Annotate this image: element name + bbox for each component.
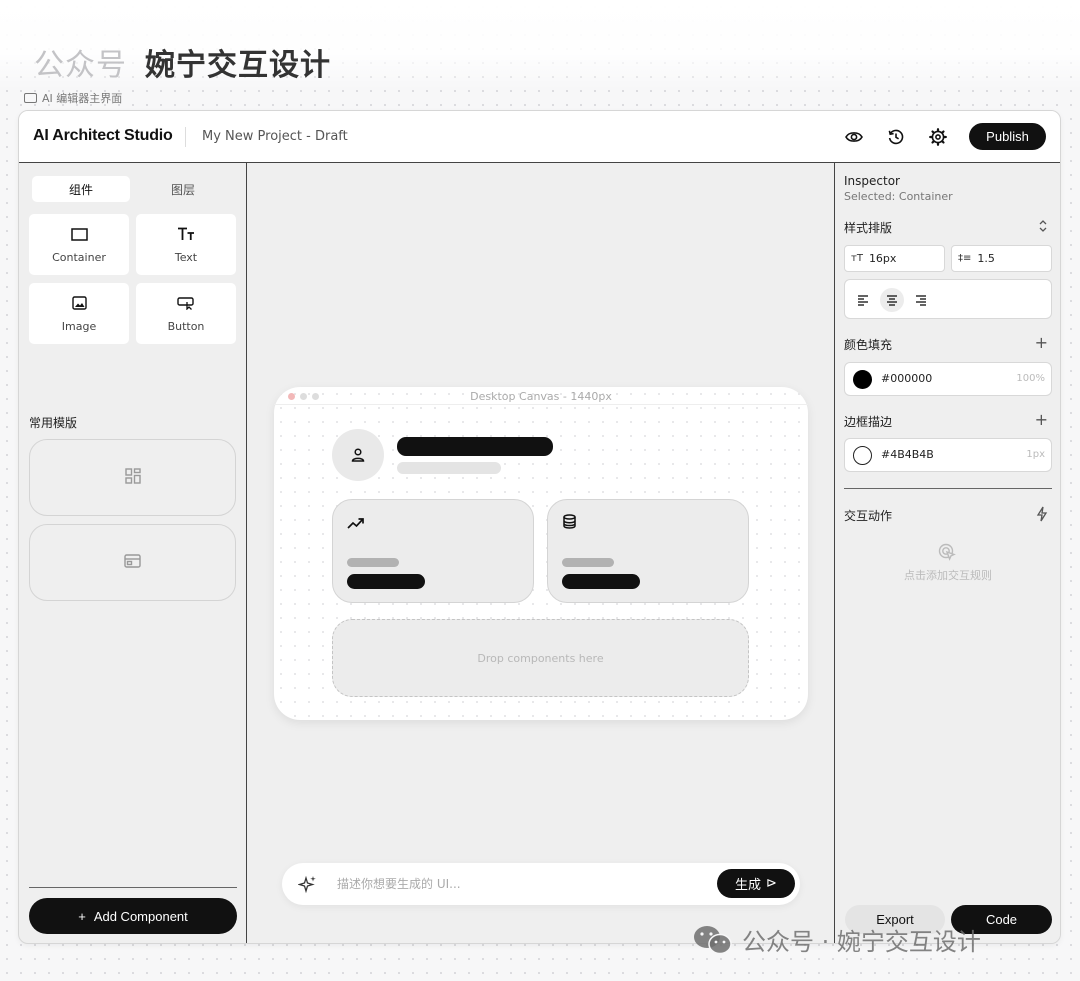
- desktop-canvas-frame[interactable]: Desktop Canvas - 1440px Drop components …: [274, 387, 808, 720]
- border-swatch[interactable]: [853, 446, 872, 465]
- border-width: 1px: [1026, 449, 1045, 460]
- selection-info: Selected: Container: [844, 190, 953, 203]
- font-size-icon: тT: [851, 253, 863, 264]
- ai-prompt-bar: 生成 ⊳: [282, 863, 800, 905]
- component-label: Button: [167, 320, 205, 333]
- top-bar: AI Architect Studio My New Project - Dra…: [19, 111, 1060, 163]
- watermark-text: 公众号 · 婉宁交互设计: [742, 928, 981, 956]
- border-color-field[interactable]: #4B4B4B 1px: [844, 438, 1052, 472]
- canvas-title: Desktop Canvas - 1440px: [470, 390, 612, 403]
- sparkle-icon: [297, 874, 318, 898]
- generate-label: 生成: [735, 878, 762, 893]
- window-template-icon: [124, 553, 141, 572]
- component-button[interactable]: Button: [136, 283, 236, 344]
- line-height-value: 1.5: [977, 252, 995, 265]
- canvas-area[interactable]: Desktop Canvas - 1440px Drop components …: [248, 163, 834, 943]
- stat-card[interactable]: [332, 499, 534, 603]
- generate-button[interactable]: 生成 ⊳: [717, 869, 795, 898]
- template-card[interactable]: [29, 524, 236, 601]
- inspector-panel: Inspector Selected: Container 样式排版 тT 16…: [834, 163, 1060, 943]
- fill-swatch[interactable]: [853, 370, 872, 389]
- templates-heading: 常用模版: [29, 416, 78, 430]
- lightning-icon[interactable]: [1036, 506, 1048, 525]
- container-icon: [70, 225, 88, 243]
- font-size-field[interactable]: тT 16px: [844, 245, 945, 272]
- add-component-label: Add Component: [93, 908, 188, 924]
- wechat-icon: [694, 925, 732, 954]
- subtitle-placeholder[interactable]: [397, 462, 501, 474]
- divider: [844, 488, 1052, 489]
- interaction-empty-hint[interactable]: 点击添加交互规则: [835, 567, 1060, 583]
- app-window: AI Architect Studio My New Project - Dra…: [18, 110, 1061, 944]
- project-name[interactable]: My New Project - Draft: [202, 129, 348, 144]
- divider: [29, 887, 237, 888]
- fill-color-field[interactable]: #000000 100%: [844, 362, 1052, 396]
- inspector-title: Inspector: [844, 174, 900, 188]
- drop-zone-label: Drop components here: [477, 651, 604, 665]
- title-placeholder[interactable]: [397, 437, 553, 456]
- value-placeholder: [562, 574, 640, 589]
- border-heading: 边框描边: [844, 415, 893, 429]
- component-panel: 组件 图层 Container Text Image Button 常用模版 +: [19, 163, 247, 943]
- add-fill-icon[interactable]: +: [1035, 335, 1048, 351]
- database-icon: [562, 514, 577, 533]
- font-size-value: 16px: [868, 252, 897, 265]
- click-target-icon[interactable]: [938, 543, 956, 565]
- line-height-field[interactable]: ‡≡ 1.5: [951, 245, 1052, 272]
- stat-card[interactable]: [547, 499, 749, 603]
- tab-components[interactable]: 组件: [32, 176, 130, 202]
- add-border-icon[interactable]: +: [1035, 412, 1048, 428]
- watermark: 公众号 · 婉宁交互设计: [692, 922, 981, 957]
- image-icon: [71, 294, 87, 312]
- prompt-input[interactable]: [337, 874, 707, 894]
- line-height-icon: ‡≡: [958, 253, 972, 264]
- avatar[interactable]: [332, 429, 384, 481]
- figure-caption: AI 编辑器主界面: [24, 90, 122, 106]
- typography-heading: 样式排版: [844, 221, 893, 235]
- eye-icon[interactable]: [843, 126, 865, 148]
- fill-heading: 颜色填充: [844, 338, 893, 352]
- play-icon: ⊳: [766, 876, 777, 891]
- label-placeholder: [347, 558, 399, 567]
- border-hex: #4B4B4B: [881, 448, 934, 461]
- align-left-icon[interactable]: [851, 288, 875, 312]
- dashboard-template-icon: [124, 467, 141, 488]
- brand-name: 婉宁交互设计: [145, 48, 331, 83]
- value-placeholder: [347, 574, 425, 589]
- template-card[interactable]: [29, 439, 236, 516]
- interaction-heading: 交互动作: [844, 509, 893, 523]
- text-align-group: [844, 279, 1052, 319]
- screen-icon: [24, 93, 37, 103]
- component-image[interactable]: Image: [29, 283, 129, 344]
- fill-opacity: 100%: [1016, 373, 1045, 384]
- trending-up-icon: [347, 514, 365, 533]
- align-center-icon[interactable]: [880, 288, 904, 312]
- drop-zone[interactable]: Drop components here: [332, 619, 749, 697]
- user-icon: [351, 448, 365, 462]
- article-brand: 公众号 婉宁交互设计: [34, 40, 331, 84]
- history-icon[interactable]: [885, 126, 907, 148]
- expand-icon[interactable]: [1038, 219, 1048, 236]
- add-component-button[interactable]: + Add Component: [29, 898, 237, 934]
- component-container[interactable]: Container: [29, 214, 129, 275]
- text-icon: [177, 225, 195, 243]
- component-label: Container: [52, 251, 106, 264]
- canvas-titlebar: Desktop Canvas - 1440px: [274, 387, 808, 405]
- component-text[interactable]: Text: [136, 214, 236, 275]
- plus-icon: +: [78, 908, 86, 924]
- panel-tabs: 组件 图层: [32, 176, 232, 202]
- component-label: Text: [174, 251, 198, 264]
- brand-prefix: 公众号: [34, 48, 127, 83]
- align-right-icon[interactable]: [909, 288, 933, 312]
- component-label: Image: [61, 320, 97, 333]
- divider: [185, 127, 186, 147]
- tab-layers[interactable]: 图层: [134, 176, 232, 202]
- publish-button[interactable]: Publish: [969, 123, 1046, 150]
- gear-icon[interactable]: [927, 126, 949, 148]
- fill-hex: #000000: [881, 372, 933, 385]
- label-placeholder: [562, 558, 614, 567]
- app-title: AI Architect Studio: [33, 127, 173, 144]
- caption-text: AI 编辑器主界面: [42, 92, 123, 105]
- button-icon: [177, 294, 195, 312]
